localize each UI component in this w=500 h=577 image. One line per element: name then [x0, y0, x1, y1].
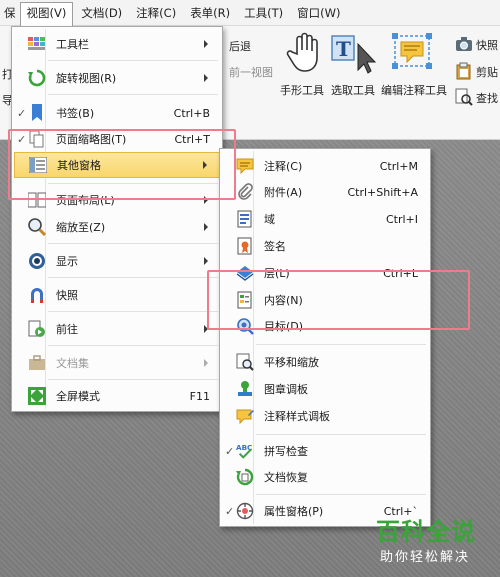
- menu-item-label: 注释样式调板: [264, 410, 330, 423]
- portfolio-icon: [28, 354, 46, 372]
- menu-item-pan-and-zoom[interactable]: 平移和缩放: [222, 349, 428, 375]
- hand-tool-icon[interactable]: [285, 30, 325, 74]
- hand-tool-label[interactable]: 手形工具: [280, 82, 324, 98]
- menu-item-signatures[interactable]: 签名: [222, 233, 428, 259]
- goto-icon: [28, 320, 46, 338]
- menu-item-label: 附件(A): [264, 186, 303, 199]
- menu-item-label: 文档集: [56, 357, 89, 370]
- bookmark-icon: [28, 104, 46, 122]
- eye-icon: [28, 252, 46, 270]
- menu-item-bookmarks[interactable]: ✓ 书签(B) Ctrl+B: [14, 100, 220, 126]
- menu-file-partial[interactable]: 保: [4, 2, 18, 24]
- menu-window[interactable]: 窗口(W): [291, 2, 346, 24]
- menu-item-shortcut: Ctrl+M: [379, 159, 418, 173]
- menu-item-label: 书签(B): [56, 107, 95, 120]
- menu-item-shortcut: F11: [189, 389, 210, 403]
- other-panes-submenu: 注释(C) Ctrl+M 附件(A) Ctrl+Shift+A 域 Ctrl+I…: [219, 148, 431, 527]
- annot-style-icon: [236, 407, 254, 425]
- watermark-title: 百科全说: [376, 518, 476, 546]
- menu-item-label: 缩放至(Z): [56, 221, 106, 234]
- watermark-subtitle: 助你轻松解决: [380, 550, 471, 565]
- stamp-icon: [236, 380, 254, 398]
- checkmark-icon: ✓: [225, 444, 235, 458]
- camera-icon[interactable]: [455, 36, 473, 52]
- field-icon: [236, 210, 254, 228]
- submenu-arrow-icon: [204, 257, 208, 265]
- svg-text:T: T: [336, 37, 351, 61]
- menu-item-portfolio[interactable]: 文档集: [14, 350, 220, 376]
- menu-item-spell-check[interactable]: ✓ ABC 拼写检查: [222, 438, 428, 464]
- properties-icon: [236, 502, 254, 520]
- menu-item-label: 图章调板: [264, 383, 308, 396]
- paperclip-icon: [236, 183, 254, 201]
- menu-item-rotate-view[interactable]: 旋转视图(R): [14, 65, 220, 91]
- annotation-box-other-panes: [8, 129, 236, 200]
- spellcheck-icon: ABC: [236, 442, 254, 460]
- checkmark-icon: ✓: [17, 106, 27, 120]
- menu-item-fields[interactable]: 域 Ctrl+I: [222, 206, 428, 232]
- menu-item-stamp-palette[interactable]: 图章调板: [222, 376, 428, 402]
- menu-tools[interactable]: 工具(T): [238, 2, 289, 24]
- snapshot-icon: [28, 286, 46, 304]
- select-tool-label[interactable]: 选取工具: [331, 82, 375, 98]
- menu-item-toolbar[interactable]: 工具栏: [14, 31, 220, 57]
- menu-item-shortcut: Ctrl+B: [173, 106, 210, 120]
- menu-item-label: 文档恢复: [264, 471, 308, 484]
- clipboard-icon[interactable]: [455, 62, 473, 80]
- annotation-box-content: [207, 270, 470, 330]
- menu-item-label: 前往: [56, 323, 78, 336]
- edit-annotation-label[interactable]: 编辑注释工具: [381, 82, 447, 98]
- snapshot-button[interactable]: 快照: [476, 37, 498, 53]
- clipboard-button[interactable]: 剪贴: [476, 64, 498, 80]
- pan-zoom-icon: [236, 353, 254, 371]
- zoom-icon: [28, 218, 46, 236]
- menu-item-zoom-to[interactable]: 缩放至(Z): [14, 214, 220, 240]
- menu-item-label: 全屏模式: [56, 390, 100, 403]
- menu-view[interactable]: 视图(V): [19, 1, 74, 27]
- menu-item-label: 拼写检查: [264, 445, 308, 458]
- back-button[interactable]: 后退: [229, 38, 251, 54]
- toolbar-icon: [28, 35, 46, 53]
- menu-item-annotation-style-palette[interactable]: 注释样式调板: [222, 403, 428, 429]
- menu-form[interactable]: 表单(R): [184, 2, 236, 24]
- menu-item-label: 工具栏: [56, 38, 89, 51]
- checkmark-icon: ✓: [225, 504, 235, 518]
- find-icon[interactable]: [455, 88, 473, 106]
- menu-document[interactable]: 文档(D): [75, 2, 128, 24]
- submenu-arrow-icon: [204, 40, 208, 48]
- submenu-arrow-icon: [204, 223, 208, 231]
- select-text-icon[interactable]: T: [330, 32, 378, 76]
- menubar: 保 视图(V) 文档(D) 注释(C) 表单(R) 工具(T) 窗口(W): [0, 0, 500, 27]
- menu-item-display[interactable]: 显示: [14, 248, 220, 274]
- menu-item-go-to[interactable]: 前往: [14, 316, 220, 342]
- view-menu: 工具栏 旋转视图(R) ✓ 书签(B) Ctrl+B ✓ 页面缩略图(T) Ct…: [11, 26, 223, 412]
- edit-annotation-icon[interactable]: [389, 30, 439, 76]
- menu-item-label: 签名: [264, 240, 286, 253]
- menu-item-label: 显示: [56, 255, 78, 268]
- find-button[interactable]: 查找: [476, 90, 498, 106]
- menu-item-attachments[interactable]: 附件(A) Ctrl+Shift+A: [222, 179, 428, 205]
- comment-icon: [236, 157, 254, 175]
- menu-item-document-recovery[interactable]: 文档恢复: [222, 464, 428, 490]
- menu-item-label: 域: [264, 213, 275, 226]
- menu-item-label: 平移和缩放: [264, 356, 319, 369]
- submenu-arrow-icon: [204, 74, 208, 82]
- menu-item-comments[interactable]: 注释(C) Ctrl+M: [222, 153, 428, 179]
- recover-icon: [236, 468, 254, 486]
- menu-item-label: 快照: [56, 289, 78, 302]
- rotate-icon: [28, 69, 46, 87]
- menu-item-label: 注释(C): [264, 160, 303, 173]
- menu-item-snapshot[interactable]: 快照: [14, 282, 220, 308]
- menu-item-label: 旋转视图(R): [56, 72, 117, 85]
- menu-item-full-screen[interactable]: 全屏模式 F11: [14, 383, 220, 409]
- watermark: 百科全说 助你轻松解决: [366, 512, 496, 572]
- submenu-arrow-icon: [204, 359, 208, 367]
- prev-view-button[interactable]: 前一视图: [229, 64, 273, 80]
- menu-item-shortcut: Ctrl+I: [385, 212, 418, 226]
- signature-icon: [236, 237, 254, 255]
- menu-comment[interactable]: 注释(C): [130, 2, 182, 24]
- fullscreen-icon: [28, 387, 46, 405]
- menu-item-shortcut: Ctrl+Shift+A: [347, 185, 418, 199]
- menu-item-label: 属性窗格(P): [264, 505, 324, 518]
